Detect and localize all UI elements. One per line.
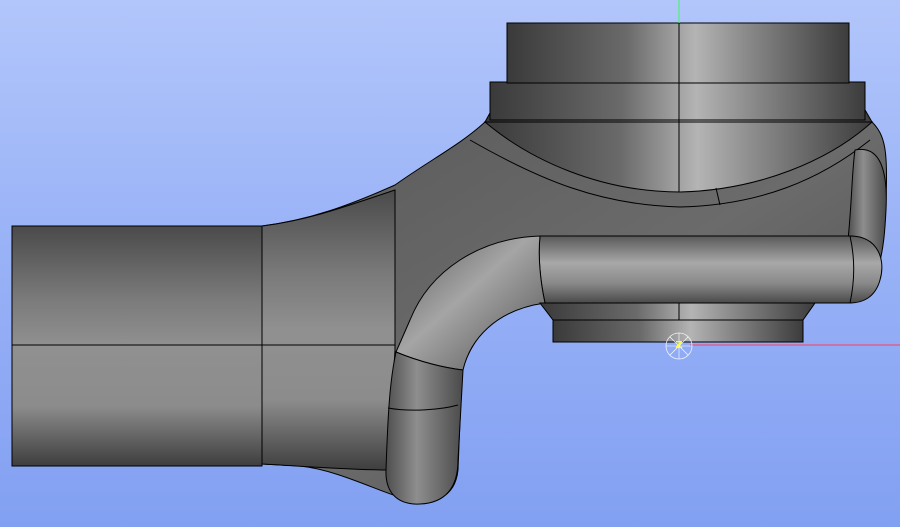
top-cylinder bbox=[506, 22, 850, 84]
origin-marker-icon: Z bbox=[665, 332, 693, 360]
descending-leg bbox=[385, 351, 464, 505]
horizontal-tube bbox=[538, 235, 876, 304]
z-axis-label: Z bbox=[675, 340, 682, 351]
top-collar-band bbox=[489, 81, 866, 121]
left-cylinder bbox=[11, 225, 263, 467]
transition-neck bbox=[261, 189, 396, 471]
bottom-stub-cylinder bbox=[552, 319, 804, 343]
3d-viewport[interactable]: Z bbox=[0, 0, 900, 527]
bottom-stub-chamfer bbox=[538, 302, 816, 321]
3d-scene[interactable]: Z bbox=[0, 0, 900, 527]
